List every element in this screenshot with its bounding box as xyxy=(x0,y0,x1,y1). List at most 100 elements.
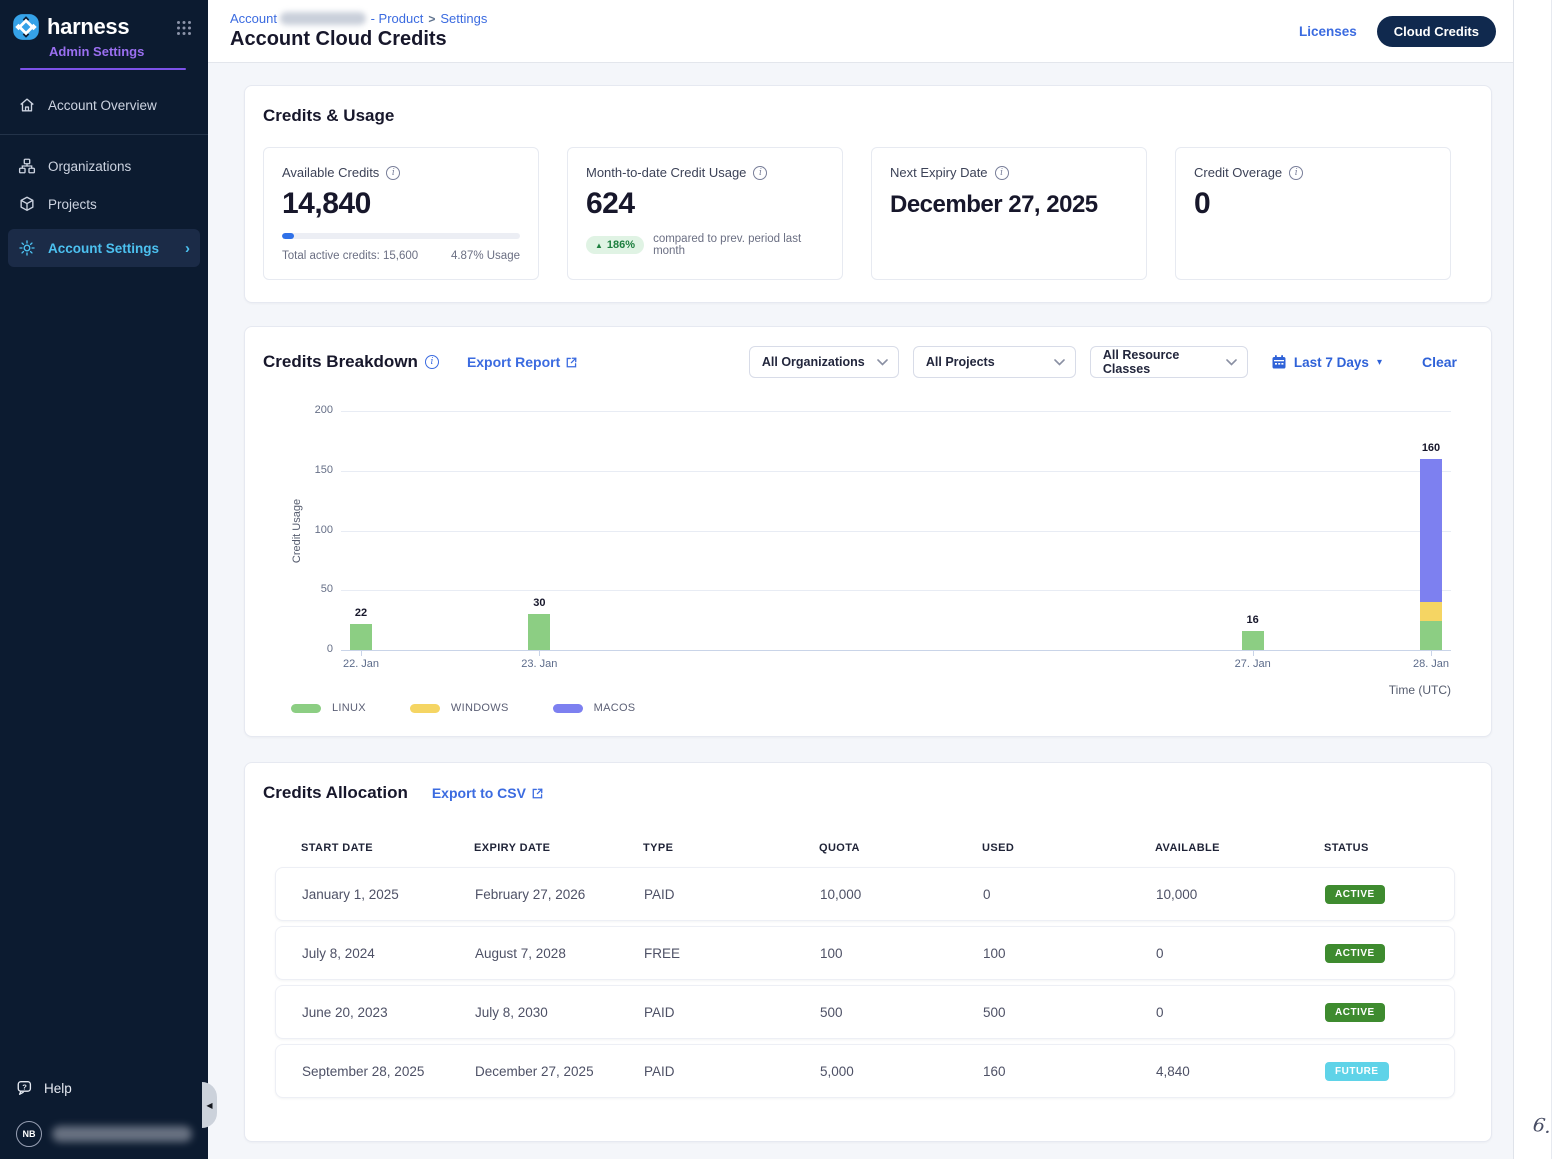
sidebar-item-label: Account Overview xyxy=(48,98,157,113)
legend-swatch xyxy=(410,704,440,713)
available-credits-value: 14,840 xyxy=(282,187,520,221)
next-expiry-value: December 27, 2025 xyxy=(890,189,1128,220)
info-icon[interactable]: i xyxy=(995,166,1009,180)
export-csv-link[interactable]: Export to CSV xyxy=(432,785,544,801)
header-left: Account - Product > Settings Account Clo… xyxy=(230,11,487,51)
info-icon[interactable]: i xyxy=(386,166,400,180)
bar-segment-linux[interactable] xyxy=(1242,631,1264,650)
cell-available: 4,840 xyxy=(1156,1064,1325,1079)
svg-text:?: ? xyxy=(22,1082,27,1091)
cell-start-date: January 1, 2025 xyxy=(302,887,475,902)
info-icon[interactable]: i xyxy=(425,355,439,369)
licenses-link[interactable]: Licenses xyxy=(1299,24,1357,39)
sidebar-item-organizations[interactable]: Organizations xyxy=(0,147,208,185)
bar-segment-macos[interactable] xyxy=(1420,459,1442,602)
cell-expiry-date: February 27, 2026 xyxy=(475,887,644,902)
x-tick-mark xyxy=(361,651,362,656)
credit-overage-card: Credit Overage i 0 xyxy=(1175,147,1451,280)
caret-down-icon: ▾ xyxy=(1377,357,1382,368)
credits-progress-fill xyxy=(282,233,294,239)
cell-quota: 5,000 xyxy=(820,1064,983,1079)
module-grid-icon[interactable] xyxy=(176,20,192,36)
legend-swatch xyxy=(553,704,583,713)
sidebar-item-label: Organizations xyxy=(48,159,131,174)
chevron-right-icon: › xyxy=(185,240,190,257)
breakdown-filters: All Organizations All Projects xyxy=(749,346,1473,378)
projects-select[interactable]: All Projects xyxy=(913,346,1076,378)
calendar-icon xyxy=(1271,354,1287,370)
sidebar-nav: Account Overview Organizations xyxy=(0,70,208,267)
table-row[interactable]: July 8, 2024August 7, 2028FREE1001000ACT… xyxy=(275,926,1455,980)
main: Account - Product > Settings Account Clo… xyxy=(208,0,1556,1159)
help-icon: ? xyxy=(16,1079,34,1097)
chart-legend: LINUX WINDOWS MACOS xyxy=(291,702,1473,714)
table-row[interactable]: June 20, 2023July 8, 2030PAID5005000ACTI… xyxy=(275,985,1455,1039)
organizations-select[interactable]: All Organizations xyxy=(749,346,899,378)
usage-percent: 4.87% Usage xyxy=(451,250,520,262)
table-row[interactable]: January 1, 2025February 27, 2026PAID10,0… xyxy=(275,867,1455,921)
export-report-link[interactable]: Export Report xyxy=(467,354,578,370)
stat-label: Available Credits xyxy=(282,165,379,180)
brand: harness Admin Settings xyxy=(0,0,208,70)
cell-quota: 10,000 xyxy=(820,887,983,902)
sidebar-footer: ? Help NB xyxy=(0,1079,208,1147)
status-badge: ACTIVE xyxy=(1325,885,1385,904)
bar-segment-linux[interactable] xyxy=(528,614,550,650)
sidebar-item-account-settings[interactable]: Account Settings › xyxy=(8,229,200,267)
breadcrumb-settings-link[interactable]: Settings xyxy=(440,11,487,26)
legend-item-linux[interactable]: LINUX xyxy=(291,702,366,714)
y-gridline xyxy=(341,411,1451,412)
brand-name: harness xyxy=(47,14,129,40)
redacted-account-name xyxy=(280,12,366,25)
x-tick-label: 23. Jan xyxy=(499,658,579,670)
sidebar-item-projects[interactable]: Projects xyxy=(0,185,208,223)
clear-filters-link[interactable]: Clear xyxy=(1422,354,1457,370)
column-header: AVAILABLE xyxy=(1155,842,1324,854)
sidebar-item-account-overview[interactable]: Account Overview xyxy=(0,86,208,124)
bar-segment-linux[interactable] xyxy=(350,624,372,650)
info-icon[interactable]: i xyxy=(1289,166,1303,180)
column-header: STATUS xyxy=(1324,842,1455,854)
bar-segment-linux[interactable] xyxy=(1420,621,1442,650)
credit-overage-value: 0 xyxy=(1194,187,1432,221)
date-range-filter[interactable]: Last 7 Days ▾ xyxy=(1271,354,1382,370)
legend-label: MACOS xyxy=(594,702,636,714)
up-arrow-icon: ▲ xyxy=(595,241,603,250)
user-row[interactable]: NB xyxy=(16,1121,192,1147)
bar-segment-windows[interactable] xyxy=(1420,602,1442,621)
stat-cards-row: Available Credits i 14,840 Total active … xyxy=(263,147,1473,280)
info-icon[interactable]: i xyxy=(753,166,767,180)
x-tick-mark xyxy=(1431,651,1432,656)
x-tick-label: 28. Jan xyxy=(1391,658,1471,670)
allocation-table-body: January 1, 2025February 27, 2026 PAID 10,0… xyxy=(275,867,1455,1098)
legend-swatch xyxy=(291,704,321,713)
external-link-icon xyxy=(531,787,544,800)
table-row[interactable]: September 28, 2025December 27, 2025PAID5… xyxy=(275,1044,1455,1098)
page-body: Credits & Usage Available Credits i 14,8… xyxy=(208,63,1556,1159)
column-header: QUOTA xyxy=(819,842,982,854)
cell-type: PAID xyxy=(644,1005,820,1020)
cell-available: 10,000 xyxy=(1156,887,1325,902)
cloud-credits-button[interactable]: Cloud Credits xyxy=(1377,16,1496,47)
help-button[interactable]: ? Help xyxy=(16,1079,192,1097)
resource-classes-select[interactable]: All Resource Classes xyxy=(1090,346,1248,378)
y-tick-label: 200 xyxy=(289,404,333,416)
column-header: USED xyxy=(982,842,1155,854)
scrollbar-track[interactable] xyxy=(1513,0,1556,1159)
allocation-table: START DATEEXPIRY DATETYPEQUOTAUSEDAVAILA… xyxy=(275,842,1455,1098)
y-tick-label: 100 xyxy=(289,524,333,536)
legend-item-macos[interactable]: MACOS xyxy=(553,702,636,714)
cell-used: 100 xyxy=(983,946,1156,961)
breakdown-header: Credits Breakdown i Export Report All Or… xyxy=(263,346,1473,378)
legend-item-windows[interactable]: WINDOWS xyxy=(410,702,509,714)
cell-type: FREE xyxy=(644,946,820,961)
breadcrumb-account-link[interactable]: Account - Product xyxy=(230,11,423,26)
gear-icon xyxy=(18,239,36,257)
projects-cube-icon xyxy=(18,195,36,213)
cell-start-date: June 20, 2023 xyxy=(302,1005,475,1020)
cell-start-date: July 8, 2024 xyxy=(302,946,475,961)
cell-available: 0 xyxy=(1156,946,1325,961)
avatar[interactable]: NB xyxy=(16,1121,42,1147)
organizations-icon xyxy=(18,157,36,175)
collapse-arrow-icon: ◀ xyxy=(206,1101,212,1110)
